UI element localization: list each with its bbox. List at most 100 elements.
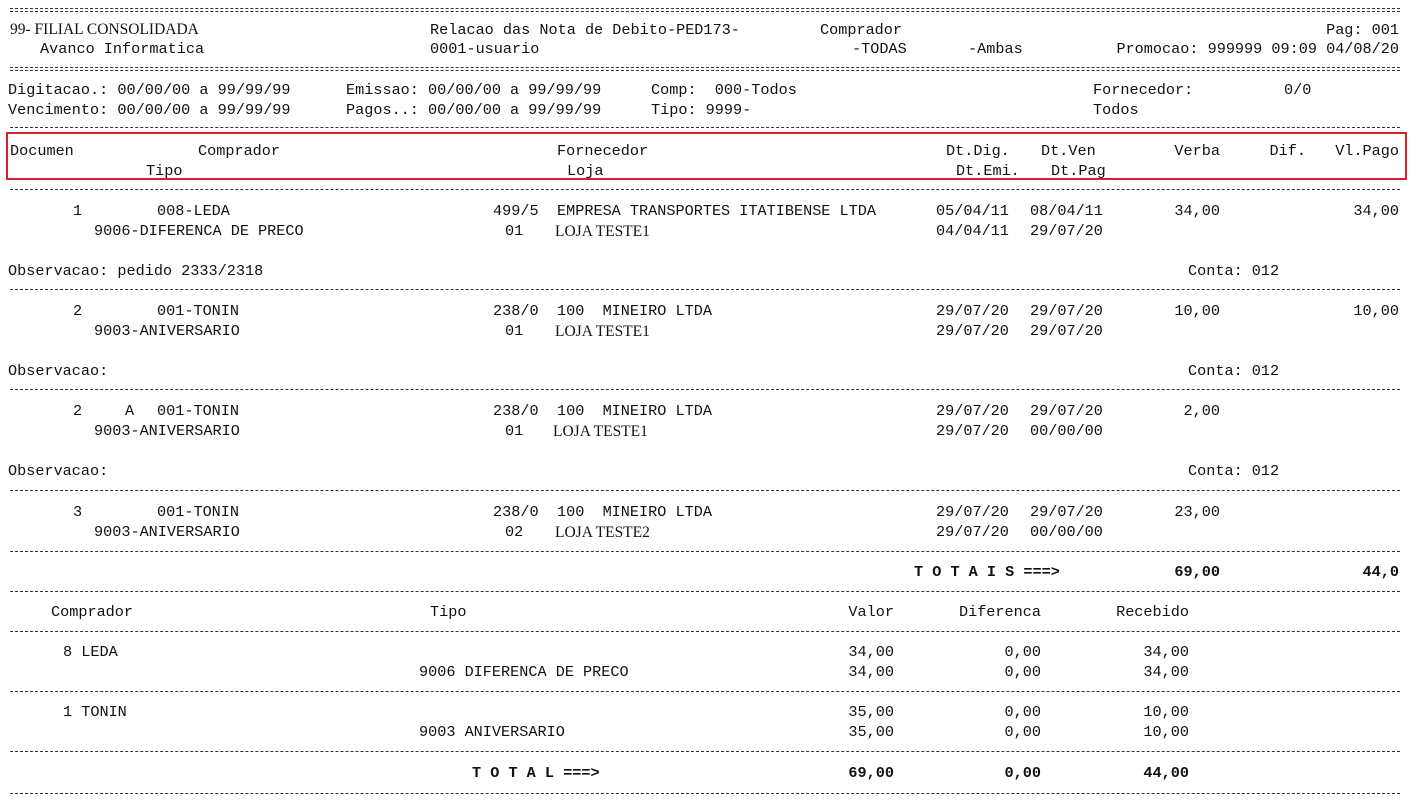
summary-group-recebido: 10,00 bbox=[1143, 703, 1189, 721]
record-doc: 2 bbox=[73, 302, 83, 320]
filter-tipo: Tipo: 9999- bbox=[651, 101, 752, 119]
summary-header-tipo: Tipo bbox=[430, 603, 467, 621]
filter-vencimento: Vencimento: 00/00/00 a 99/99/99 bbox=[8, 101, 291, 119]
summary-group-name: 1 TONIN bbox=[63, 703, 127, 721]
totais-vl-pago: 44,0 bbox=[1362, 563, 1399, 581]
totais-label: T O T A I S ===> bbox=[914, 563, 1060, 581]
filter-digitacao: Digitacao.: 00/00/00 a 99/99/99 bbox=[8, 81, 291, 99]
summary-tipo-diferenca: 0,00 bbox=[1004, 723, 1041, 741]
record-obs: Observacao: bbox=[8, 462, 109, 480]
record-fornecedor: EMPRESA TRANSPORTES ITATIBENSE LTDA bbox=[557, 202, 876, 220]
record-verba: 23,00 bbox=[1174, 503, 1220, 521]
filter-ambas: -Ambas bbox=[968, 40, 1023, 58]
record-loja: LOJA TESTE1 bbox=[553, 423, 648, 440]
summary-tipo-valor: 35,00 bbox=[848, 723, 894, 741]
filter-todas: -TODAS bbox=[852, 40, 907, 58]
summary-group-valor: 34,00 bbox=[848, 643, 894, 661]
record-tipo: 9003-ANIVERSARIO bbox=[94, 523, 240, 541]
dashed-rule bbox=[10, 793, 1400, 794]
record-vl-pago: 10,00 bbox=[1353, 302, 1399, 320]
fornecedor-value: 0/0 bbox=[1284, 81, 1312, 99]
record-tipo: 9003-ANIVERSARIO bbox=[94, 322, 240, 340]
summary-header-diferenca: Diferenca bbox=[958, 603, 1041, 621]
record-comprador: 001-TONIN bbox=[157, 302, 240, 320]
filter-todos: Todos bbox=[1093, 101, 1139, 119]
record-verba: 2,00 bbox=[1183, 402, 1220, 420]
record-doc: 1 bbox=[73, 202, 83, 220]
software-name: Avanco Informatica bbox=[40, 40, 205, 58]
record-fornecedor: 100 MINEIRO LTDA bbox=[557, 302, 712, 320]
filter-pagos: Pagos..: 00/00/00 a 99/99/99 bbox=[346, 101, 602, 119]
col-tipo: Tipo bbox=[146, 162, 183, 180]
record-dt-ven: 08/04/11 bbox=[1030, 202, 1103, 220]
record-doc: 2 bbox=[73, 402, 83, 420]
summary-group-name: 8 LEDA bbox=[63, 643, 118, 661]
summary-header-valor: Valor bbox=[848, 603, 894, 621]
record-dt-emi: 29/07/20 bbox=[936, 322, 1009, 340]
totais-verba: 69,00 bbox=[1174, 563, 1220, 581]
dashed-rule bbox=[10, 631, 1400, 632]
dashed-rule bbox=[10, 751, 1400, 752]
double-rule bbox=[10, 8, 1400, 12]
record-dt-dig: 29/07/20 bbox=[936, 302, 1009, 320]
dashed-rule bbox=[10, 691, 1400, 692]
col-dif: Dif. bbox=[1269, 142, 1306, 160]
summary-group-valor: 35,00 bbox=[848, 703, 894, 721]
dashed-rule bbox=[10, 289, 1400, 290]
col-documen: Documen bbox=[10, 142, 74, 160]
record-comprador: 001-TONIN bbox=[157, 402, 240, 420]
summary-tipo-valor: 34,00 bbox=[848, 663, 894, 681]
record-dt-ven: 29/07/20 bbox=[1030, 302, 1103, 320]
filter-comp: Comp: 000-Todos bbox=[651, 81, 797, 99]
dashed-rule bbox=[10, 591, 1400, 592]
record-dt-pag: 29/07/20 bbox=[1030, 222, 1103, 240]
company-name: 99- FILIAL CONSOLIDADA bbox=[10, 21, 199, 38]
record-flag: A bbox=[125, 402, 135, 420]
summary-group-diferenca: 0,00 bbox=[1004, 703, 1041, 721]
summary-tipo-recebido: 34,00 bbox=[1143, 663, 1189, 681]
record-dt-emi: 29/07/20 bbox=[936, 523, 1009, 541]
dashed-rule bbox=[10, 490, 1400, 491]
user-name: 0001-usuario bbox=[430, 40, 540, 58]
col-dt-pag: Dt.Pag bbox=[1051, 162, 1106, 180]
record-conta: Conta: 012 bbox=[1188, 362, 1280, 380]
record-dt-dig: 29/07/20 bbox=[936, 402, 1009, 420]
record-dt-ven: 29/07/20 bbox=[1030, 503, 1103, 521]
dashed-rule bbox=[10, 551, 1400, 552]
record-loja-code: 02 bbox=[505, 523, 524, 541]
record-dt-pag: 00/00/00 bbox=[1030, 523, 1103, 541]
record-loja: LOJA TESTE2 bbox=[555, 524, 650, 541]
record-dt-dig: 05/04/11 bbox=[936, 202, 1009, 220]
col-dt-dig: Dt.Dig. bbox=[946, 142, 1010, 160]
record-fornecedor-code: 238/0 bbox=[493, 302, 539, 320]
record-obs: Observacao: bbox=[8, 362, 109, 380]
col-verba: Verba bbox=[1174, 142, 1220, 160]
col-loja: Loja bbox=[567, 162, 604, 180]
summary-group-recebido: 34,00 bbox=[1143, 643, 1189, 661]
summary-tipo-name: 9006 DIFERENCA DE PRECO bbox=[419, 663, 629, 681]
record-loja-code: 01 bbox=[505, 322, 524, 340]
promo-timestamp: Promocao: 999999 09:09 04/08/20 bbox=[1116, 40, 1399, 58]
record-conta: Conta: 012 bbox=[1188, 462, 1280, 480]
summary-group-diferenca: 0,00 bbox=[1004, 643, 1041, 661]
record-tipo: 9003-ANIVERSARIO bbox=[94, 422, 240, 440]
col-fornecedor: Fornecedor bbox=[557, 142, 649, 160]
record-loja-code: 01 bbox=[505, 222, 524, 240]
record-dt-ven: 29/07/20 bbox=[1030, 402, 1103, 420]
record-fornecedor-code: 499/5 bbox=[493, 202, 539, 220]
record-doc: 3 bbox=[73, 503, 83, 521]
double-rule bbox=[10, 67, 1400, 71]
record-dt-pag: 29/07/20 bbox=[1030, 322, 1103, 340]
record-fornecedor-code: 238/0 bbox=[493, 402, 539, 420]
record-fornecedor-code: 238/0 bbox=[493, 503, 539, 521]
record-fornecedor: 100 MINEIRO LTDA bbox=[557, 402, 712, 420]
record-fornecedor: 100 MINEIRO LTDA bbox=[557, 503, 712, 521]
total-label: T O T A L ===> bbox=[472, 764, 600, 782]
col-vl-pago: Vl.Pago bbox=[1335, 142, 1399, 160]
summary-header-comprador: Comprador bbox=[51, 603, 134, 621]
record-dt-pag: 00/00/00 bbox=[1030, 422, 1103, 440]
record-tipo: 9006-DIFERENCA DE PRECO bbox=[94, 222, 304, 240]
col-comprador: Comprador bbox=[198, 142, 281, 160]
dashed-rule bbox=[10, 389, 1400, 390]
col-dt-emi: Dt.Emi. bbox=[956, 162, 1020, 180]
